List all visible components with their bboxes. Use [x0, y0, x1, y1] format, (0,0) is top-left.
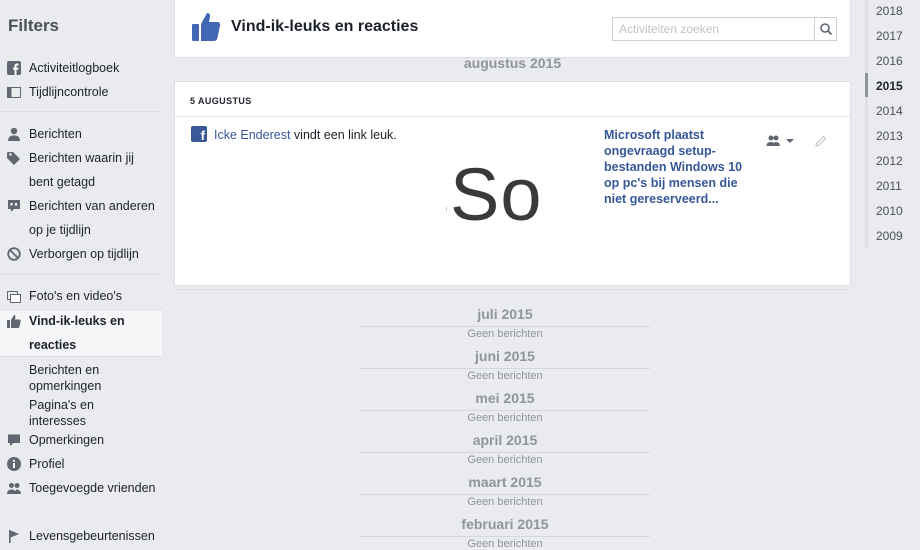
activity-card: 5 AUGUSTUS f Icke Enderest vindt een lin…	[174, 81, 851, 286]
no-posts-label: Geen berichten	[467, 496, 543, 508]
page-header: Vind-ik-leuks en reacties	[174, 0, 851, 58]
empty-month: juli 2015 Geen berichten	[360, 304, 650, 342]
friends-audience-icon	[766, 135, 794, 146]
sidebar-item-label: Berichten van anderen op je tijdlijn	[29, 199, 155, 237]
empty-month: mei 2015 Geen berichten	[360, 388, 650, 426]
comment-icon	[8, 434, 20, 446]
year-link[interactable]: 2014	[876, 104, 903, 118]
no-posts-label: Geen berichten	[467, 454, 543, 466]
year-link[interactable]: 2011	[876, 179, 902, 193]
sidebar-item-others-posts[interactable]: Berichten van anderen op je tijdlijn	[0, 194, 162, 242]
facebook-icon: f	[191, 126, 207, 142]
sidebar-title: Filters	[8, 16, 60, 35]
year-link-active[interactable]: 2015	[876, 79, 903, 93]
activity-action: vindt een link leuk.	[290, 128, 397, 142]
sidebar-item-label: Berichten	[29, 127, 82, 141]
month-rule	[360, 410, 650, 411]
year-link[interactable]: 2017	[876, 29, 903, 43]
activity-text: Icke Enderest vindt een link leuk.	[214, 128, 397, 142]
friends-icon	[7, 483, 21, 494]
year-link[interactable]: 2016	[876, 54, 903, 68]
flag-icon	[9, 530, 20, 543]
month-heading: juli 2015	[477, 306, 533, 322]
filters-sidebar: Filters Activiteitlogboek Tijdlijncontro…	[0, 0, 162, 550]
sidebar-item-label: Profiel	[29, 457, 65, 471]
page-title: Vind-ik-leuks en reacties	[231, 18, 419, 35]
edit-button[interactable]	[815, 134, 827, 147]
timeline-review-icon	[7, 87, 21, 98]
year-link[interactable]: 2018	[876, 4, 903, 18]
month-rule	[360, 494, 650, 495]
sidebar-item-label: Berichten waarin jij bent getagd	[29, 151, 134, 189]
month-heading: april 2015	[472, 432, 538, 448]
sidebar-item-label: Foto's en video's	[29, 289, 123, 303]
sidebar-item-label: Verborgen op tijdlijn	[29, 247, 139, 261]
sidebar-subitem-posts-comments[interactable]: Berichten en opmerkingen	[29, 362, 149, 394]
actor-link[interactable]: Icke Enderest	[214, 128, 290, 142]
info-icon	[7, 457, 21, 471]
sidebar-item-added-friends[interactable]: Toegevoegde vrienden	[0, 476, 162, 524]
link-title[interactable]: Microsoft plaatst ongevraagd setup-besta…	[604, 127, 749, 207]
month-rule	[360, 326, 650, 327]
card-divider	[175, 116, 850, 117]
thumbnail-text: sSo	[446, 153, 543, 236]
month-rule	[360, 452, 650, 453]
sidebar-item-label: Tijdlijncontrole	[29, 85, 109, 99]
post-date: 5 AUGUSTUS	[190, 96, 252, 106]
year-link[interactable]: 2010	[876, 204, 903, 218]
sidebar-divider	[0, 111, 162, 112]
year-navigation: 2018 2017 2016 2015 2014 2013 2012 2011 …	[865, 0, 920, 250]
sidebar-item-label: Levensgebeurtenissen	[29, 529, 155, 543]
sidebar-divider	[0, 274, 162, 275]
year-link[interactable]: 2012	[876, 154, 903, 168]
month-heading: augustus 2015	[463, 55, 562, 71]
no-posts-label: Geen berichten	[467, 412, 543, 424]
year-active-indicator	[865, 73, 868, 97]
sidebar-item-tagged[interactable]: Berichten waarin jij bent getagd	[0, 146, 162, 194]
thumbs-up-icon	[192, 13, 221, 41]
card-bottom-rule	[174, 289, 851, 290]
sidebar-item-label: Activiteitlogboek	[29, 61, 120, 75]
sidebar-item-label: Opmerkingen	[29, 433, 105, 447]
month-rule	[360, 368, 650, 369]
no-posts-label: Geen berichten	[467, 370, 543, 382]
month-heading: mei 2015	[475, 390, 535, 406]
thumbs-up-icon	[7, 315, 21, 328]
activity-search	[612, 17, 837, 41]
search-input[interactable]	[613, 18, 813, 40]
sidebar-item-label: Vind-ik-leuks en reacties	[29, 314, 125, 352]
month-heading: maart 2015	[468, 474, 542, 490]
pencil-icon	[815, 135, 827, 147]
person-icon	[8, 127, 20, 141]
empty-month: februari 2015 Geen berichten	[360, 514, 650, 550]
facebook-icon	[7, 61, 21, 75]
empty-month: juni 2015 Geen berichten	[360, 346, 650, 384]
empty-month: april 2015 Geen berichten	[360, 430, 650, 468]
year-link[interactable]: 2013	[876, 129, 903, 143]
no-posts-label: Geen berichten	[467, 538, 543, 550]
year-link[interactable]: 2009	[876, 229, 903, 243]
month-rule	[360, 536, 650, 537]
tag-icon	[7, 152, 20, 165]
audience-selector[interactable]	[766, 134, 798, 148]
month-heading: juni 2015	[475, 348, 535, 364]
link-thumbnail[interactable]: sSo	[446, 146, 596, 242]
search-button[interactable]	[814, 18, 836, 40]
photos-icon	[7, 291, 21, 303]
sidebar-item-likes-reactions[interactable]: Vind-ik-leuks en reacties	[0, 309, 162, 357]
sidebar-item-label: Toegevoegde vrienden	[29, 481, 156, 495]
no-posts-label: Geen berichten	[467, 328, 543, 340]
month-heading: februari 2015	[461, 516, 549, 532]
sidebar-subitem-pages-interests[interactable]: Pagina's en interesses	[29, 397, 149, 429]
search-icon	[820, 23, 833, 36]
speech-bubble-icon	[8, 200, 20, 212]
hidden-icon	[7, 247, 21, 261]
empty-month: maart 2015 Geen berichten	[360, 472, 650, 510]
year-track	[865, 0, 868, 247]
